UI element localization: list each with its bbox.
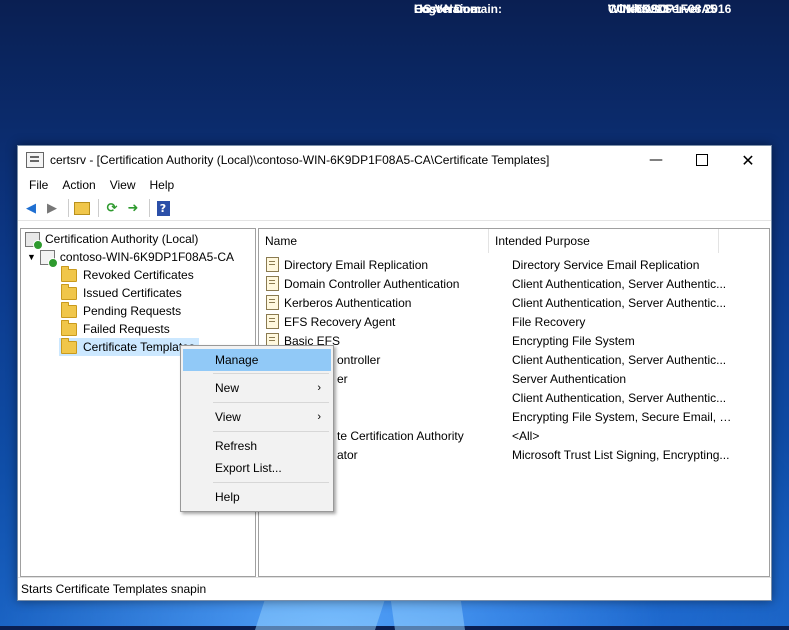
minimize-button[interactable]: — <box>633 146 679 174</box>
table-row[interactable]: Kerberos Authentication Client Authentica… <box>259 293 732 312</box>
folder-icon <box>61 301 77 318</box>
menu-action[interactable]: Action <box>55 178 102 192</box>
tree-item-revoked-certificates[interactable]: Revoked Certificates <box>61 265 194 284</box>
certificate-template-icon <box>266 276 279 291</box>
menu-separator <box>213 402 329 403</box>
template-purpose: Encrypting File System <box>512 333 635 348</box>
tree-ca-label: contoso-WIN-6K9DP1F08A5-CA <box>59 250 234 264</box>
close-button[interactable]: ✕ <box>725 146 771 174</box>
menu-item-refresh[interactable]: Refresh <box>183 435 331 457</box>
export-list-icon: ➜ <box>127 200 139 216</box>
menu-item-label: New <box>215 381 240 395</box>
status-bar: Starts Certificate Templates snapin <box>18 577 771 600</box>
menu-item-manage[interactable]: Manage <box>183 349 331 371</box>
certificate-template-icon <box>266 295 279 310</box>
bginfo-value: WIN-6K9DP1F08A5 <box>608 2 717 16</box>
tree-item-label: Revoked Certificates <box>83 268 194 282</box>
template-purpose: Client Authentication, Server Authentic.… <box>512 276 727 291</box>
template-name: Directory Email Replication <box>284 257 429 272</box>
folder-icon <box>61 337 77 354</box>
toolbar-separator <box>68 199 69 217</box>
template-name: Kerberos Authentication <box>284 295 412 310</box>
menu-separator <box>213 431 329 432</box>
template-purpose: Client Authentication, Server Authentic.… <box>512 352 727 367</box>
toolbar-separator <box>149 199 150 217</box>
template-name: EFS Recovery Agent <box>284 314 396 329</box>
forward-button[interactable]: ▶ <box>43 199 61 217</box>
ca-server-icon <box>39 249 58 268</box>
submenu-arrow-icon: › <box>317 411 321 423</box>
tree-ca-node[interactable]: ▼ contoso-WIN-6K9DP1F08A5-CA <box>27 248 234 268</box>
menu-item-view[interactable]: View › <box>183 406 331 428</box>
bginfo-label: Host Name: <box>414 2 481 16</box>
certificate-template-icon <box>266 314 279 329</box>
tree-item-issued-certificates[interactable]: Issued Certificates <box>61 283 182 302</box>
maximize-button[interactable] <box>679 146 725 174</box>
menu-item-export-list[interactable]: Export List... <box>183 457 331 479</box>
tree-item-label: Issued Certificates <box>83 286 182 300</box>
refresh-button[interactable]: ⟳ <box>103 199 121 217</box>
up-folder-icon <box>74 201 90 215</box>
column-header-name[interactable]: Name <box>259 229 489 253</box>
menu-bar: File Action View Help <box>18 174 771 196</box>
template-purpose: File Recovery <box>512 314 586 329</box>
details-pane: Name Intended Purpose Directory Email Re… <box>258 228 770 577</box>
help-icon: ? <box>156 200 170 216</box>
forward-icon: ▶ <box>47 200 57 216</box>
tree-item-label: Pending Requests <box>83 304 182 318</box>
menu-separator <box>213 373 329 374</box>
tree-item-failed-requests[interactable]: Failed Requests <box>61 319 170 338</box>
table-row[interactable]: Domain Controller Authentication Client A… <box>259 274 732 293</box>
table-row[interactable]: Directory Email Replication Directory Ser… <box>259 255 732 274</box>
help-button[interactable]: ? <box>154 199 172 217</box>
certification-authority-icon <box>25 231 43 250</box>
template-purpose: <All> <box>512 428 540 443</box>
up-one-level-button[interactable] <box>73 199 91 217</box>
list-header: Name Intended Purpose <box>259 229 769 253</box>
window-title: certsrv - [Certification Authority (Loca… <box>50 153 550 167</box>
back-button[interactable]: ◀ <box>22 199 40 217</box>
close-icon: ✕ <box>741 150 755 170</box>
submenu-arrow-icon: › <box>317 382 321 394</box>
template-purpose: Client Authentication, Server Authentic.… <box>512 390 727 405</box>
tree-item-label: Failed Requests <box>83 322 170 336</box>
tree-item-label: Certificate Templates <box>83 340 195 354</box>
export-list-button[interactable]: ➜ <box>124 199 142 217</box>
refresh-icon: ⟳ <box>106 200 118 216</box>
menu-help[interactable]: Help <box>143 178 182 192</box>
certsrv-app-icon[interactable] <box>26 152 44 168</box>
title-bar[interactable]: certsrv - [Certification Authority (Loca… <box>18 146 771 174</box>
template-purpose: Client Authentication, Server Authentic.… <box>512 295 727 310</box>
table-row[interactable]: EFS Recovery Agent File Recovery <box>259 312 732 331</box>
back-icon: ◀ <box>26 200 36 216</box>
folder-icon <box>61 319 77 336</box>
folder-icon <box>61 283 77 300</box>
template-purpose: Microsoft Trust List Signing, Encrypting… <box>512 447 730 462</box>
context-menu: Manage New › View › Refresh Export List.… <box>180 345 334 512</box>
menu-separator <box>213 482 329 483</box>
template-purpose: Server Authentication <box>512 371 627 386</box>
menu-item-new[interactable]: New › <box>183 377 331 399</box>
menu-view[interactable]: View <box>103 178 143 192</box>
tree-root[interactable]: Certification Authority (Local) <box>25 230 199 250</box>
toolbar-separator <box>98 199 99 217</box>
menu-item-label: View <box>215 410 241 424</box>
tree-item-pending-requests[interactable]: Pending Requests <box>61 301 182 320</box>
maximize-icon <box>696 154 708 166</box>
toolbar: ◀ ▶ ⟳ ➜ ? <box>18 196 771 221</box>
column-header-intended-purpose[interactable]: Intended Purpose <box>489 229 719 253</box>
tree-root-label: Certification Authority (Local) <box>45 232 199 246</box>
folder-icon <box>61 265 77 282</box>
chevron-down-icon[interactable]: ▼ <box>27 252 36 262</box>
menu-file[interactable]: File <box>22 178 55 192</box>
template-purpose: Directory Service Email Replication <box>512 257 700 272</box>
template-name: Domain Controller Authentication <box>284 276 460 291</box>
minimize-icon: — <box>649 152 663 168</box>
menu-item-help[interactable]: Help <box>183 486 331 508</box>
tree-item-certificate-templates[interactable]: Certificate Templates <box>59 337 199 356</box>
certsrv-window: certsrv - [Certification Authority (Loca… <box>17 145 772 601</box>
template-purpose: Encrypting File System, Secure Email, Cl… <box>512 409 732 424</box>
certificate-template-icon <box>266 257 279 272</box>
